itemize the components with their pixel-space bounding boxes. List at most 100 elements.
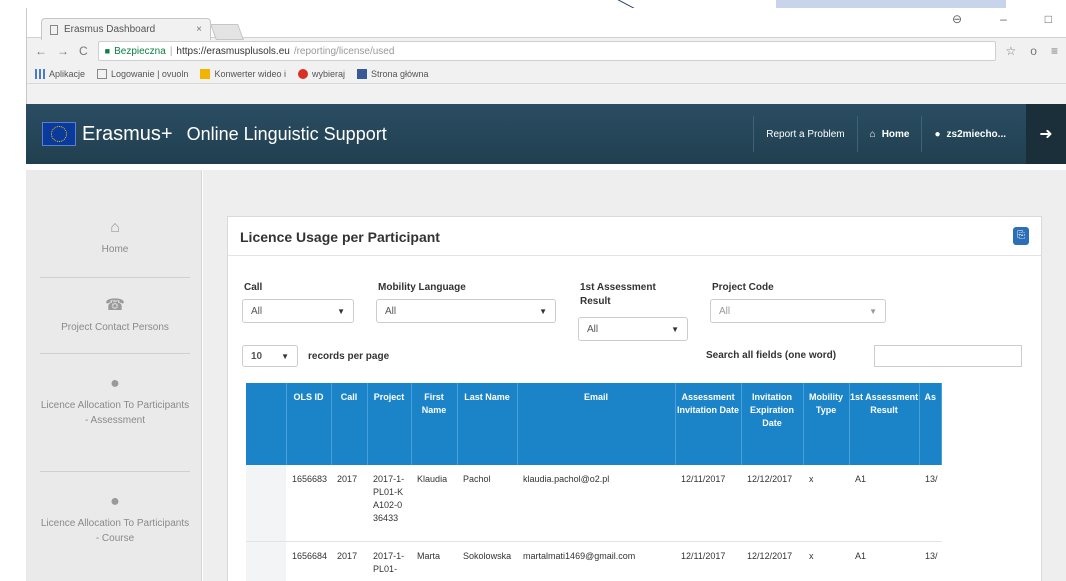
col-first-name[interactable]: First Name	[411, 383, 458, 465]
cell-truncated: 13/	[919, 465, 942, 542]
cell-call: 2017	[331, 465, 368, 542]
cell-ols-id: 1656684	[286, 541, 332, 581]
col-call[interactable]: Call	[331, 383, 368, 465]
star-icon[interactable]: ☆	[1006, 44, 1017, 58]
home-icon: ⌂	[110, 219, 120, 236]
col-project[interactable]: Project	[367, 383, 412, 465]
extension-icon[interactable]: o	[1030, 44, 1037, 58]
home-link[interactable]: ⌂ Home	[856, 116, 922, 152]
app-header: Erasmus+ Online Linguistic Support Repor…	[26, 104, 1066, 164]
menu-icon[interactable]: ≡	[1051, 44, 1058, 58]
account-icon[interactable]: ⊖	[952, 12, 962, 26]
cell-assessment-result: A1	[849, 465, 920, 542]
chevron-down-icon: ▼	[337, 306, 345, 316]
minimize-button[interactable]: –	[1000, 12, 1007, 26]
cell-invitation-date: 12/11/2017	[675, 465, 742, 542]
col-ols-id[interactable]: OLS ID	[286, 383, 332, 465]
facebook-icon	[357, 68, 367, 79]
col-assessment-invitation-date[interactable]: Assessment Invitation Date	[675, 383, 742, 465]
table-row[interactable]: 1656683 2017 2017-1-PL01-KA102-036433 Kl…	[246, 465, 942, 542]
cell-invitation-date: 12/11/2017	[675, 541, 742, 581]
address-icons: ☆ o ≡	[1006, 44, 1058, 58]
bookmark-home[interactable]: Strona główna	[357, 68, 429, 79]
tab-title: Erasmus Dashboard	[64, 24, 156, 35]
converter-icon	[200, 68, 211, 79]
cell-email: martalmati1469@gmail.com	[517, 541, 676, 581]
reload-icon[interactable]: C	[79, 44, 88, 58]
pin-icon: ●	[110, 375, 120, 392]
close-tab-icon[interactable]: ×	[196, 24, 202, 35]
browser-tab[interactable]: Erasmus Dashboard ×	[41, 18, 211, 40]
home-icon: ⌂	[869, 128, 876, 140]
sidebar-item-contact-persons[interactable]: ☎ Project Contact Persons	[40, 296, 190, 354]
col-first-assessment-result[interactable]: 1st Assessment Result	[849, 383, 920, 465]
brand-subtitle: Online Linguistic Support	[186, 123, 387, 144]
assessment-result-label: 1st Assessment Result	[580, 282, 656, 307]
chevron-down-icon: ▼	[281, 351, 289, 361]
logout-icon: ➜	[1039, 126, 1053, 143]
cell-first-name: Klaudia	[411, 465, 458, 542]
user-icon: ●	[934, 128, 941, 140]
call-select[interactable]: All ▼	[242, 299, 354, 323]
col-email[interactable]: Email	[517, 383, 676, 465]
mobility-language-label: Mobility Language	[378, 282, 466, 293]
report-problem-link[interactable]: Report a Problem	[753, 116, 856, 152]
address-bar[interactable]: ■ Bezpieczna | https://erasmusplusols.eu…	[97, 41, 996, 61]
col-truncated[interactable]: As	[919, 383, 943, 465]
project-code-select[interactable]: All ▼	[710, 299, 886, 323]
project-code-label: Project Code	[712, 282, 774, 293]
sidebar-item-licence-course[interactable]: ● Licence Allocation To Participants - C…	[40, 492, 190, 560]
cell-assessment-result: A1	[849, 541, 920, 581]
chevron-down-icon: ▼	[869, 306, 877, 316]
records-per-page: 10 ▼ records per page	[242, 345, 389, 367]
col-mobility-type[interactable]: Mobility Type	[803, 383, 850, 465]
sidebar-item-home[interactable]: ⌂ Home	[40, 218, 190, 278]
cell-mobility-type: x	[803, 465, 850, 542]
bookmark-wybieraj[interactable]: wybieraj	[297, 68, 345, 79]
call-label: Call	[244, 282, 263, 293]
page-icon	[97, 68, 108, 79]
bookmark-converter[interactable]: Konwerter wideo i	[200, 68, 286, 79]
maximize-button[interactable]: □	[1045, 12, 1052, 26]
user-menu[interactable]: ● zs2miecho...	[921, 116, 1018, 152]
bookmark-apps[interactable]: Aplikacje	[35, 68, 85, 79]
pin-red-icon	[297, 68, 308, 79]
col-invitation-expiration-date[interactable]: Invitation Expiration Date	[741, 383, 804, 465]
secure-label: Bezpieczna	[114, 45, 166, 57]
back-icon[interactable]: ←	[35, 44, 47, 58]
header-nav: Report a Problem ⌂ Home ● zs2miecho... ➜	[753, 104, 1066, 164]
logout-button[interactable]: ➜	[1026, 104, 1066, 164]
cell-email: klaudia.pachol@o2.pl	[517, 465, 676, 542]
row-select-cell[interactable]	[246, 465, 286, 542]
panel-title: Licence Usage per Participant	[240, 229, 440, 245]
cell-first-name: Marta	[411, 541, 458, 581]
page-icon	[50, 24, 58, 35]
cell-project: 2017-1-PL01-KA102-036433	[367, 465, 412, 542]
new-tab-button[interactable]	[210, 24, 244, 40]
chevron-down-icon: ▼	[539, 306, 547, 316]
cell-expiration-date: 12/12/2017	[741, 541, 804, 581]
col-last-name[interactable]: Last Name	[457, 383, 518, 465]
search-input[interactable]	[874, 345, 1022, 367]
records-per-page-select[interactable]: 10 ▼	[242, 345, 298, 367]
col-select[interactable]	[246, 383, 287, 465]
brand-name: Erasmus+	[82, 122, 173, 145]
licence-usage-panel: Licence Usage per Participant ⎘ Call All…	[227, 216, 1042, 581]
window-controls: ⊖ – □	[952, 12, 1052, 26]
cell-call: 2017	[331, 541, 368, 581]
mobility-language-select[interactable]: All ▼	[376, 299, 556, 323]
export-icon[interactable]: ⎘	[1013, 227, 1029, 245]
address-row: ← → C ■ Bezpieczna | https://erasmusplus…	[27, 38, 1066, 64]
table-header: OLS ID Call Project First Name Last Name…	[246, 383, 943, 465]
url-separator: |	[169, 45, 173, 57]
sidebar-item-licence-assessment[interactable]: ● Licence Allocation To Participants - A…	[40, 374, 190, 472]
row-select-cell[interactable]	[246, 541, 286, 581]
cell-mobility-type: x	[803, 541, 850, 581]
records-per-page-label: records per page	[308, 350, 390, 362]
panel-divider	[228, 255, 1041, 256]
bookmark-login[interactable]: Logowanie | ovuoln	[97, 68, 188, 79]
forward-icon[interactable]: →	[57, 44, 69, 58]
table-row[interactable]: 1656684 2017 2017-1-PL01- Marta Sokolows…	[246, 541, 942, 581]
search-label: Search all fields (one word)	[706, 350, 837, 361]
assessment-result-select[interactable]: All ▼	[578, 317, 688, 341]
